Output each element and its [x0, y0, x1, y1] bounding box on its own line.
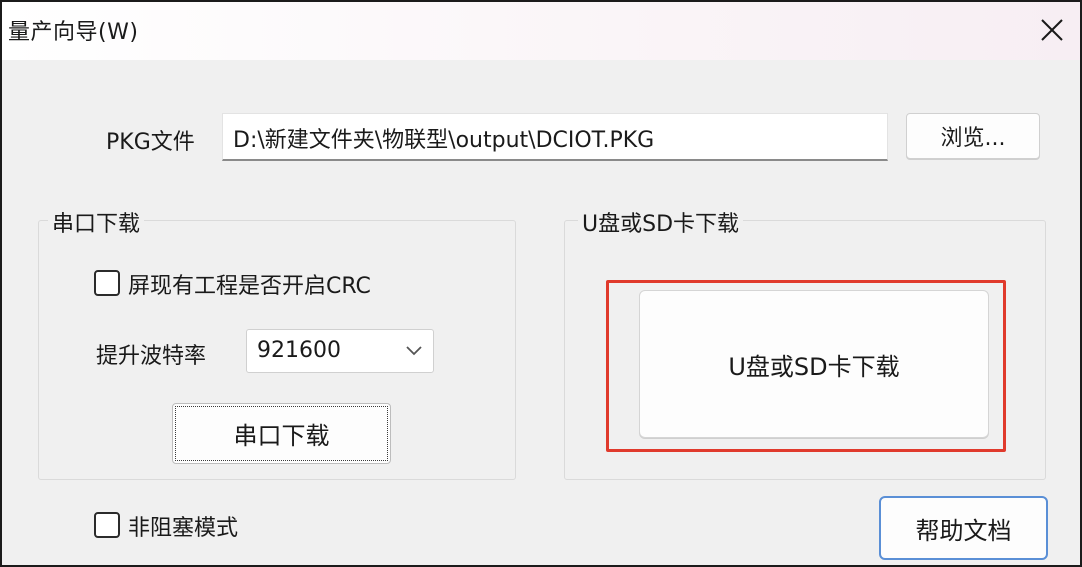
- baud-rate-label: 提升波特率: [96, 344, 207, 369]
- mass-production-wizard-window: 量产向导(W) PKG文件 D:\新建文件夹\物联型\output\DCIOT.…: [0, 0, 1082, 567]
- nonblocking-checkbox[interactable]: [94, 512, 120, 538]
- baud-rate-select[interactable]: 921600: [246, 329, 434, 373]
- close-icon: [1041, 19, 1063, 41]
- browse-button[interactable]: 浏览...: [906, 113, 1040, 159]
- help-document-button[interactable]: 帮助文档: [879, 496, 1048, 560]
- usb-sd-download-button[interactable]: U盘或SD卡下载: [639, 290, 989, 438]
- pkg-path-input[interactable]: D:\新建文件夹\物联型\output\DCIOT.PKG: [222, 113, 888, 161]
- baud-rate-value: 921600: [257, 338, 341, 363]
- title-bar[interactable]: 量产向导(W): [2, 2, 1080, 60]
- pkg-file-label: PKG文件: [106, 130, 195, 155]
- crc-checkbox[interactable]: [94, 270, 120, 296]
- window-title: 量产向导(W): [8, 20, 139, 45]
- serial-download-button-label: 串口下载: [175, 406, 388, 461]
- chevron-down-icon: [406, 346, 422, 356]
- close-button[interactable]: [1026, 6, 1078, 54]
- nonblocking-checkbox-label: 非阻塞模式: [128, 516, 239, 541]
- usb-sd-download-group-title: U盘或SD卡下载: [578, 206, 744, 238]
- dialog-body: PKG文件 D:\新建文件夹\物联型\output\DCIOT.PKG 浏览..…: [8, 60, 1074, 560]
- serial-download-group-title: 串口下载: [48, 206, 145, 238]
- serial-download-button[interactable]: 串口下载: [172, 403, 391, 464]
- crc-checkbox-label: 屏现有工程是否开启CRC: [128, 274, 371, 299]
